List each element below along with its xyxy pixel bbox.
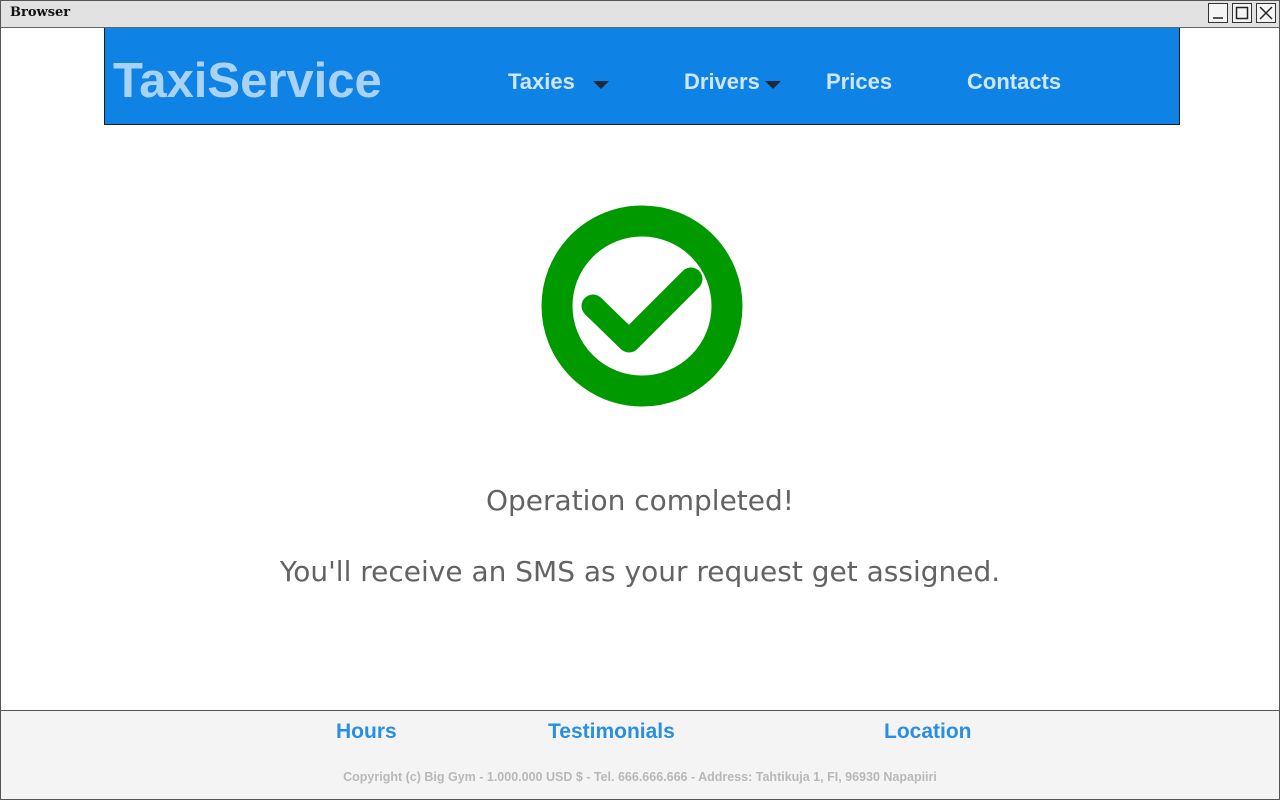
check-circle-icon [541, 205, 743, 407]
window-title: Browser [10, 5, 71, 20]
status-message: You'll receive an SMS as your request ge… [279, 555, 1001, 588]
copyright-text: Copyright (c) Big Gym - 1.000.000 USD $ … [343, 770, 937, 784]
footer-link-location[interactable]: Location [884, 719, 972, 745]
nav-item-drivers[interactable]: Drivers [684, 68, 760, 96]
window-titlebar: Browser [1, 1, 1279, 28]
nav-item-taxies[interactable]: Taxies [508, 68, 575, 96]
chevron-down-icon[interactable] [593, 81, 609, 89]
status-heading: Operation completed! [485, 484, 795, 517]
minimize-icon[interactable] [1208, 3, 1228, 23]
chevron-down-icon[interactable] [765, 81, 781, 89]
close-icon[interactable] [1256, 3, 1276, 23]
nav-item-prices[interactable]: Prices [826, 68, 892, 96]
site-footer: Hours Testimonials Location Copyright (c… [1, 710, 1279, 799]
nav-item-contacts[interactable]: Contacts [967, 68, 1061, 96]
site-logo[interactable]: TaxiService [113, 53, 382, 109]
browser-window: Browser TaxiService Taxies Drivers Price… [0, 0, 1280, 800]
footer-link-testimonials[interactable]: Testimonials [548, 719, 675, 745]
footer-link-hours[interactable]: Hours [336, 719, 397, 745]
maximize-icon[interactable] [1232, 3, 1252, 23]
site-header: TaxiService Taxies Drivers Prices Contac… [104, 28, 1180, 125]
